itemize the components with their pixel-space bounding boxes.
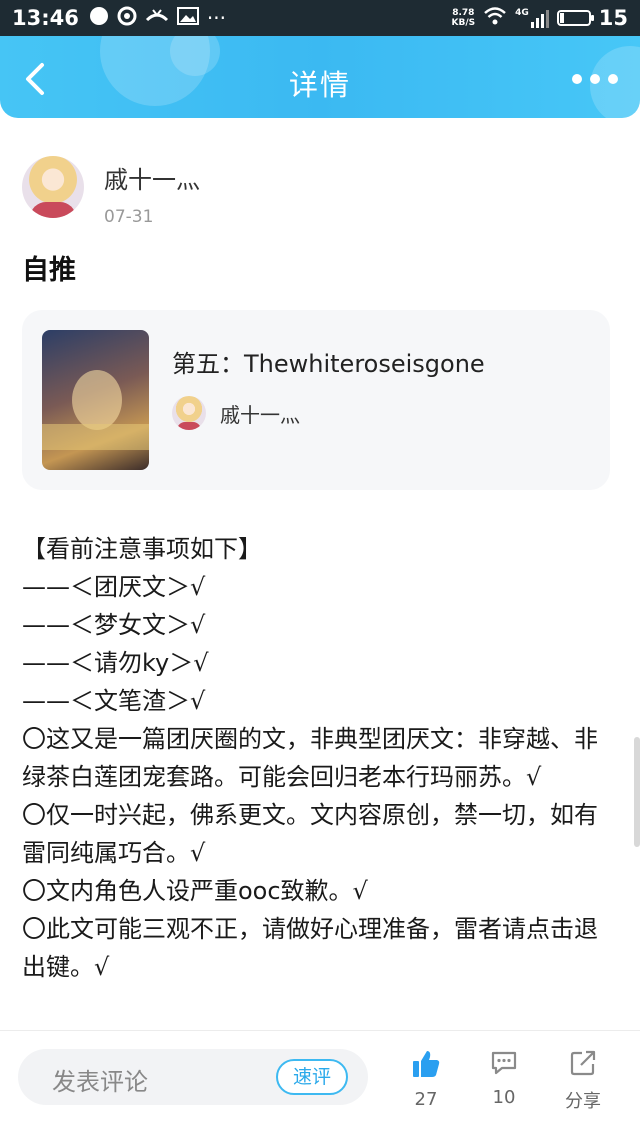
content-line: ——＜请勿ky＞√ bbox=[22, 649, 209, 677]
network-speed: 8.78 KB/S bbox=[452, 8, 476, 28]
comment-input[interactable]: 发表评论 速评 bbox=[18, 1049, 368, 1105]
thumbs-up-icon bbox=[413, 1051, 440, 1077]
work-author: 戚十一灬 bbox=[172, 396, 300, 430]
scrollbar[interactable] bbox=[634, 737, 640, 847]
content-line: ——＜文笔渣＞√ bbox=[22, 687, 206, 715]
like-count: 27 bbox=[414, 1089, 438, 1110]
content-line: 〇文内角色人设严重ooc致歉。√ bbox=[22, 877, 368, 905]
more-dots-icon[interactable] bbox=[572, 74, 618, 84]
share-button[interactable]: 分享 bbox=[558, 1049, 608, 1113]
avatar[interactable] bbox=[22, 156, 84, 218]
work-author-name: 戚十一灬 bbox=[220, 402, 300, 427]
content-line: 〇仅一时兴起，佛系更文。文内容原创，禁一切，如有雷同纯属巧合。√ bbox=[22, 801, 598, 867]
post-title: 自推 bbox=[22, 255, 76, 286]
status-time: 13:46 bbox=[12, 6, 79, 30]
network-speed-unit: KB/S bbox=[451, 18, 476, 28]
app-notification-icon bbox=[117, 6, 137, 31]
wifi-icon bbox=[483, 6, 507, 31]
post-author: 戚十一灬 07-31 bbox=[22, 156, 200, 227]
content-line: ——＜梦女文＞√ bbox=[22, 611, 206, 639]
more-notifications-icon: ··· bbox=[206, 6, 226, 30]
chat-bubble-icon bbox=[89, 6, 109, 31]
author-name[interactable]: 戚十一灬 bbox=[104, 160, 200, 195]
post-content: 【看前注意事项如下】 ——＜团厌文＞√ ——＜梦女文＞√ ——＜请勿ky＞√ —… bbox=[22, 530, 612, 1030]
page-title: 详情 bbox=[288, 68, 351, 102]
signal-icon: 4G bbox=[515, 8, 549, 28]
bottom-action-bar: 发表评论 速评 27 10 分享 bbox=[0, 1030, 640, 1138]
quick-comment-button[interactable]: 速评 bbox=[276, 1059, 348, 1095]
book-cover-image bbox=[42, 330, 149, 470]
post-date: 07-31 bbox=[104, 207, 154, 227]
content-line: ——＜团厌文＞√ bbox=[22, 573, 206, 601]
network-speed-value: 8.78 bbox=[452, 8, 475, 18]
content-line: 〇此文可能三观不正，请做好心理准备，雷者请点击退出键。√ bbox=[22, 915, 598, 981]
share-icon bbox=[570, 1050, 596, 1076]
missed-call-icon bbox=[145, 6, 169, 31]
share-label: 分享 bbox=[565, 1091, 601, 1112]
status-bar: 13:46 ··· 8.78 KB/S 4G 15 bbox=[0, 0, 640, 36]
comment-button[interactable]: 10 bbox=[482, 1049, 526, 1108]
work-author-avatar bbox=[172, 396, 206, 430]
comment-count: 10 bbox=[492, 1087, 516, 1108]
battery-level: 15 bbox=[598, 6, 628, 30]
work-card[interactable]: 第五：Thewhiteroseisgone 戚十一灬 bbox=[22, 310, 610, 490]
content-line: 【看前注意事项如下】 bbox=[22, 535, 262, 563]
image-notification-icon bbox=[176, 6, 199, 30]
content-line: 〇这又是一篇团厌圈的文，非典型团厌文：非穿越、非绿茶白莲团宠套路。可能会回归老本… bbox=[22, 725, 598, 791]
comment-bubble-icon bbox=[491, 1051, 517, 1075]
comment-placeholder: 发表评论 bbox=[52, 1068, 148, 1096]
nav-bar: 详情 bbox=[0, 36, 640, 118]
like-button[interactable]: 27 bbox=[404, 1049, 448, 1110]
network-type: 4G bbox=[515, 8, 529, 18]
battery-icon bbox=[556, 10, 594, 26]
work-title: 第五：Thewhiteroseisgone bbox=[172, 350, 485, 378]
